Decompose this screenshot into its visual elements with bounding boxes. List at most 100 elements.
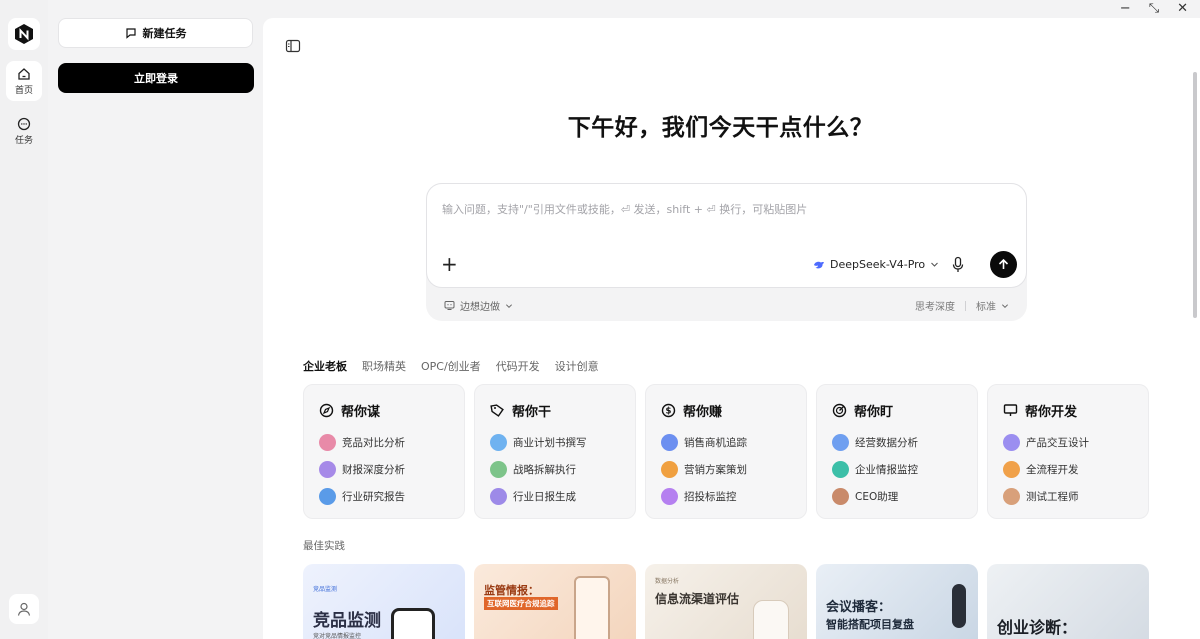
item-icon (832, 434, 849, 451)
card-item[interactable]: 企业情报监控 (832, 456, 977, 483)
rail-item-tasks[interactable]: 任务 (6, 111, 42, 151)
card-title: 信息流渠道评估 (655, 592, 740, 606)
card-item[interactable]: 经营数据分析 (832, 429, 977, 456)
best-practice-card[interactable]: 会议播客： 智能搭配项目复盘 (816, 564, 978, 639)
card-item[interactable]: 招投标监控 (661, 483, 806, 510)
best-practice-card[interactable]: 竞品监测 竞品监测 竞对竞品情报监控 (303, 564, 465, 639)
mode-selector[interactable]: 边想边做 (444, 298, 513, 313)
item-icon (832, 461, 849, 478)
card-item[interactable]: 财报深度分析 (319, 456, 464, 483)
card-title: 监管情报： (484, 584, 539, 597)
phone-mockup (574, 576, 610, 639)
best-practice-card[interactable]: 创业诊断： (987, 564, 1149, 639)
best-practice-card[interactable]: 监管情报： 互联网医疗合规追踪 (474, 564, 636, 639)
mode-label: 边想边做 (460, 302, 500, 313)
chevron-down-icon (505, 303, 513, 308)
window-controls: − ⤡ ✕ (1120, 0, 1200, 18)
card-item[interactable]: 战略拆解执行 (490, 456, 635, 483)
card-item[interactable]: CEO助理 (832, 483, 977, 510)
scrollbar[interactable] (1193, 72, 1197, 318)
card-item[interactable]: 营销方案策划 (661, 456, 806, 483)
new-task-label: 新建任务 (142, 27, 187, 40)
greeting-title: 下午好，我们今天干点什么？ (567, 115, 874, 141)
dollar-icon: $ (661, 403, 676, 418)
thinking-depth: 思考深度 标准 (915, 298, 1009, 313)
item-icon (490, 434, 507, 451)
composer-input[interactable]: 输入问题，支持"/"引用文件或技能，⏎ 发送，shift + ⏎ 换行，可粘贴图… (442, 201, 807, 217)
microphone-mockup (952, 584, 966, 628)
card-item-label: 竞品对比分析 (342, 437, 405, 449)
card-item[interactable]: 行业研究报告 (319, 483, 464, 510)
card-item-label: 财报深度分析 (342, 464, 405, 476)
tag-icon (490, 404, 504, 417)
divider (965, 300, 966, 311)
user-avatar-button[interactable] (9, 594, 39, 624)
card-item[interactable]: 产品交互设计 (1003, 429, 1148, 456)
category-tabs: 企业老板 职场精英 OPC/创业者 代码开发 设计创意 (303, 358, 599, 374)
card-item-label: 商业计划书撰写 (513, 437, 587, 449)
svg-text:$: $ (666, 407, 672, 417)
tab-boss[interactable]: 企业老板 (303, 358, 347, 374)
card-item[interactable]: 行业日报生成 (490, 483, 635, 510)
icon-rail: 首页 任务 (0, 0, 48, 639)
tab-design[interactable]: 设计创意 (555, 358, 599, 374)
thinking-depth-label: 思考深度 (915, 302, 955, 313)
composer-box[interactable]: 输入问题，支持"/"引用文件或技能，⏎ 发送，shift + ⏎ 换行，可粘贴图… (426, 183, 1027, 288)
new-task-button[interactable]: 新建任务 (58, 18, 253, 48)
card-item[interactable]: 全流程开发 (1003, 456, 1148, 483)
model-selector[interactable]: DeepSeek-V4-Pro (813, 258, 939, 271)
best-practice-card[interactable]: 数据分析 信息流渠道评估 (645, 564, 807, 639)
item-icon (1003, 434, 1020, 451)
rail-item-home[interactable]: 首页 (6, 61, 42, 101)
card-item-label: 企业情报监控 (855, 464, 918, 476)
card-item-label: CEO助理 (855, 491, 899, 503)
add-attachment-button[interactable]: + (441, 254, 458, 274)
minimize-button[interactable]: − (1120, 0, 1131, 18)
arrow-up-icon (998, 258, 1009, 269)
card-title: 竞品监测 (313, 611, 381, 631)
card-item[interactable]: 商业计划书撰写 (490, 429, 635, 456)
sidebar-toggle-icon[interactable] (285, 38, 301, 54)
card-item[interactable]: 竞品对比分析 (319, 429, 464, 456)
composer-footer: 边想边做 思考深度 标准 (426, 288, 1027, 321)
close-button[interactable]: ✕ (1177, 0, 1188, 18)
card-header: $ 帮你赚 (661, 401, 806, 420)
model-name: DeepSeek-V4-Pro (830, 258, 926, 271)
send-button[interactable] (990, 251, 1017, 278)
item-icon (319, 488, 336, 505)
main-content: 下午好，我们今天干点什么？ 输入问题，支持"/"引用文件或技能，⏎ 发送，shi… (263, 18, 1200, 639)
tab-code[interactable]: 代码开发 (496, 358, 540, 374)
app-logo[interactable] (8, 18, 40, 50)
card-subtitle: 互联网医疗合规追踪 (484, 597, 558, 610)
item-icon (661, 461, 678, 478)
login-button[interactable]: 立即登录 (58, 63, 254, 93)
item-icon (1003, 461, 1020, 478)
side-panel: 新建任务 立即登录 (48, 0, 263, 639)
card-title: 会议播客： (826, 600, 892, 615)
card-item-label: 行业日报生成 (513, 491, 576, 503)
chevron-down-icon (1001, 303, 1009, 308)
card-title: 创业诊断： (997, 618, 1078, 637)
thinking-depth-select[interactable]: 标准 (976, 298, 1009, 313)
monitor-icon (1003, 404, 1018, 416)
item-icon (490, 488, 507, 505)
skill-card: 帮你开发 产品交互设计 全流程开发 测试工程师 (987, 384, 1149, 519)
card-item-label: 经营数据分析 (855, 437, 918, 449)
card-header: 帮你开发 (1003, 401, 1148, 420)
card-title: 帮你盯 (854, 405, 894, 420)
restore-button[interactable]: ⤡ (1149, 0, 1159, 18)
card-title: 帮你干 (512, 405, 552, 420)
item-icon (832, 488, 849, 505)
radar-icon (832, 403, 847, 418)
new-task-icon (125, 28, 136, 39)
card-item[interactable]: 测试工程师 (1003, 483, 1148, 510)
tab-opc[interactable]: OPC/创业者 (421, 358, 481, 374)
microphone-icon[interactable] (951, 256, 965, 274)
card-header: 帮你干 (490, 401, 635, 420)
card-item-label: 产品交互设计 (1026, 437, 1089, 449)
card-item[interactable]: 销售商机追踪 (661, 429, 806, 456)
skill-card: 帮你干 商业计划书撰写 战略拆解执行 行业日报生成 (474, 384, 636, 519)
card-title: 帮你赚 (683, 405, 723, 420)
tab-elite[interactable]: 职场精英 (362, 358, 406, 374)
card-item-label: 行业研究报告 (342, 491, 405, 503)
